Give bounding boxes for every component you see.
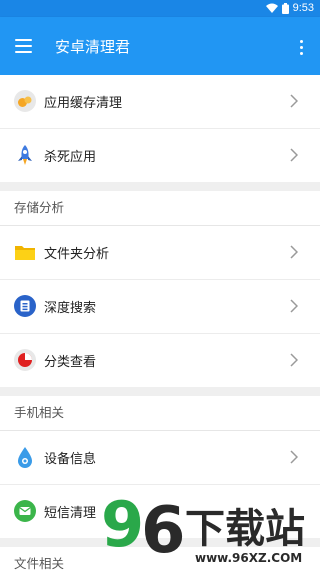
chevron-right-icon — [290, 299, 298, 313]
message-icon — [14, 500, 36, 522]
svg-text:下载站: 下载站 — [185, 506, 305, 552]
menu-icon[interactable] — [12, 34, 38, 58]
list-item-label: 应用缓存清理 — [44, 96, 123, 111]
list-item-label: 杀死应用 — [44, 150, 97, 165]
list-item-kill-apps[interactable]: 杀死应用 — [0, 129, 320, 182]
section-title-phone: 手机相关 — [0, 396, 320, 431]
list-item-label: 深度搜索 — [44, 301, 97, 316]
list-item-device-info[interactable]: 设备信息 — [0, 431, 320, 485]
list-item-label: 分类查看 — [44, 355, 97, 370]
list-item-label: 文件夹分析 — [44, 247, 110, 262]
svg-text:9: 9 — [101, 490, 144, 561]
list-item-folder-analysis[interactable]: 文件夹分析 — [0, 226, 320, 280]
device-icon — [18, 447, 32, 468]
chevron-right-icon — [290, 450, 298, 464]
status-time: 9:53 — [292, 2, 314, 14]
svg-text:6: 6 — [141, 494, 186, 568]
list-item-cache-clean[interactable]: 应用缓存清理 — [0, 75, 320, 129]
chevron-right-icon — [290, 94, 298, 108]
group-storage-analysis: 存储分析 文件夹分析 深度搜索 分类查看 — [0, 191, 320, 387]
list-item-category-view[interactable]: 分类查看 — [0, 334, 320, 387]
wifi-icon — [265, 3, 278, 13]
section-title-storage: 存储分析 — [0, 191, 320, 226]
list-item-label: 设备信息 — [44, 452, 97, 467]
group-general: 应用缓存清理 杀死应用 — [0, 75, 320, 182]
list-item-label: 短信清理 — [44, 506, 97, 521]
cache-icon — [14, 90, 36, 112]
chevron-right-icon — [290, 245, 298, 259]
chevron-right-icon — [290, 353, 298, 367]
watermark-url: www.96XZ.COM — [195, 551, 302, 565]
rocket-icon — [18, 145, 32, 165]
pie-chart-icon — [14, 349, 36, 371]
search-icon — [14, 295, 36, 317]
app-title: 安卓清理君 — [55, 38, 131, 56]
list-item-deep-search[interactable]: 深度搜索 — [0, 280, 320, 334]
app-bar: 安卓清理君 — [0, 17, 320, 75]
battery-icon — [281, 2, 289, 14]
site-watermark-logo: 9 6 下载站 www.96XZ.COM — [101, 490, 305, 568]
folder-icon — [15, 246, 35, 260]
chevron-right-icon — [290, 148, 298, 162]
status-bar: 9:53 — [0, 0, 320, 17]
more-options-icon[interactable] — [294, 35, 310, 59]
